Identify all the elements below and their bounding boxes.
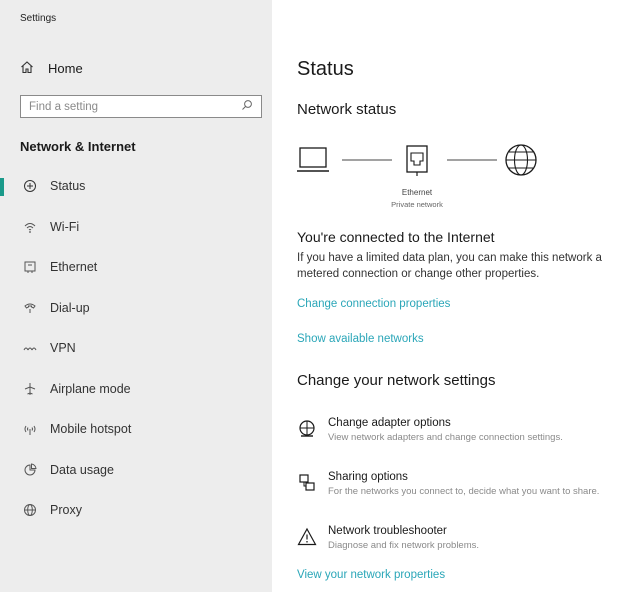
sidebar-item-label: VPN [50,341,76,356]
option-description: View network adapters and change connect… [328,432,563,443]
change-adapter-options[interactable]: Change adapter options View network adap… [297,417,637,444]
option-description: For the networks you connect to, decide … [328,486,600,497]
sidebar: Settings Home Network & Internet Status … [0,0,272,592]
sidebar-item-label: Status [50,179,86,194]
network-type: Private network [391,200,443,209]
adapter-name: Ethernet [402,188,433,197]
sharing-options[interactable]: Sharing options For the networks you con… [297,471,637,498]
sidebar-item-label: Airplane mode [50,381,131,396]
section-title: Network & Internet [20,139,136,154]
laptop-icon [297,147,329,172]
sidebar-item-status[interactable]: Status [0,166,272,207]
adapter-icon [297,419,319,444]
change-settings-heading: Change your network settings [297,372,496,389]
sidebar-item-ethernet[interactable]: Ethernet [0,247,272,288]
show-available-networks-link[interactable]: Show available networks [297,333,424,345]
network-status-heading: Network status [297,101,397,118]
connection-status-title: You're connected to the Internet [297,229,495,245]
sidebar-nav: Status Wi-Fi Ethernet Dial-up VPN Airpla… [0,166,272,531]
sidebar-item-hotspot[interactable]: Mobile hotspot [0,409,272,450]
sidebar-item-airplane[interactable]: Airplane mode [0,369,272,410]
sidebar-item-proxy[interactable]: Proxy [0,490,272,531]
globe-icon [505,144,537,176]
search-box[interactable] [20,95,262,118]
sidebar-item-label: Proxy [50,503,82,518]
sidebar-item-label: Dial-up [50,300,90,315]
sidebar-item-data-usage[interactable]: Data usage [0,450,272,491]
sidebar-item-wifi[interactable]: Wi-Fi [0,207,272,248]
option-description: Diagnose and fix network problems. [328,540,480,551]
home-label: Home [48,61,83,76]
data-usage-icon [22,463,38,477]
option-title: Sharing options [328,471,408,483]
home-icon [20,60,34,77]
sidebar-item-label: Ethernet [50,260,98,275]
hotspot-icon [22,422,38,436]
option-title: Network troubleshooter [328,525,447,537]
vpn-icon [22,341,38,355]
sidebar-item-dialup[interactable]: Dial-up [0,288,272,329]
change-connection-properties-link[interactable]: Change connection properties [297,298,450,310]
network-diagram: Ethernet Private network [297,140,557,212]
sharing-icon [297,473,319,498]
connection-status-description: If you have a limited data plan, you can… [297,252,602,280]
airplane-icon [22,382,38,396]
search-input[interactable] [29,100,229,113]
option-title: Change adapter options [328,417,451,429]
dialup-icon [22,301,38,315]
view-network-properties-link[interactable]: View your network properties [297,569,445,581]
warning-icon [297,527,319,552]
ethernet-adapter-icon [406,145,428,176]
network-troubleshooter[interactable]: Network troubleshooter Diagnose and fix … [297,525,637,552]
sidebar-item-label: Wi-Fi [50,219,80,234]
wifi-icon [22,220,38,234]
ethernet-icon [22,260,38,274]
sidebar-item-label: Data usage [50,462,114,477]
app-title: Settings [20,13,57,24]
search-icon[interactable] [241,98,253,116]
page-title: Status [297,58,354,80]
selection-indicator [0,178,4,196]
proxy-icon [22,503,38,517]
status-icon [22,179,38,193]
sidebar-item-vpn[interactable]: VPN [0,328,272,369]
sidebar-item-label: Mobile hotspot [50,422,132,437]
home-link[interactable]: Home [20,60,83,77]
